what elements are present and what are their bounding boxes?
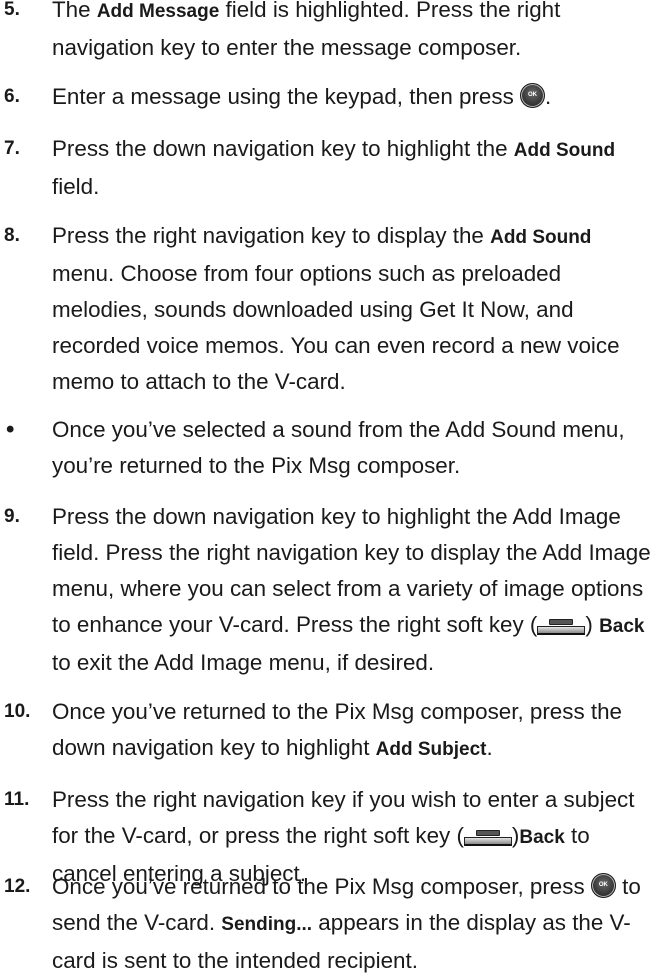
step-number: 6. (4, 86, 20, 107)
field-name-add-subject: Add Subject (375, 739, 487, 760)
step-9: 9. Press the down navigation key to high… (0, 499, 652, 681)
back-label: Back (599, 616, 645, 637)
instruction-page: 5. The Add Message field is highlighted.… (0, 0, 652, 973)
step-number: 10. (4, 701, 31, 722)
ok-key-icon (520, 83, 545, 108)
right-soft-key-icon (463, 830, 512, 846)
step-5: 5. The Add Message field is highlighted.… (0, 0, 652, 66)
step-number: 7. (4, 138, 20, 159)
bullet-text: Once you’ve selected a sound from the Ad… (52, 417, 625, 478)
step-number: 8. (4, 225, 20, 246)
step-text: Press the down navigation key to highlig… (52, 136, 616, 199)
step-number: 9. (4, 506, 20, 527)
step-8: 8. Press the right navigation key to dis… (0, 218, 652, 400)
step-number: 12. (4, 876, 31, 897)
step-12: 12. Once you’ve returned to the Pix Msg … (0, 869, 652, 979)
step-text: Once you’ve returned to the Pix Msg comp… (52, 869, 652, 979)
step-7: 7. Press the down navigation key to high… (0, 131, 652, 205)
step-text: The Add Message field is highlighted. Pr… (52, 0, 561, 60)
bullet-note: • Once you’ve selected a sound from the … (0, 412, 652, 484)
step-6: 6. Enter a message using the keypad, the… (0, 79, 652, 115)
right-soft-key-icon (537, 619, 586, 635)
ok-key-icon (590, 873, 616, 898)
step-number: 5. (4, 0, 20, 20)
step-text: Once you’ve returned to the Pix Msg comp… (52, 699, 622, 760)
step-text: Enter a message using the keypad, then p… (52, 79, 652, 115)
field-name-add-sound: Add Sound (513, 140, 616, 161)
field-name-add-message: Add Message (96, 1, 220, 22)
step-text: Press the down navigation key to highlig… (52, 504, 651, 675)
bullet-marker: • (6, 416, 15, 443)
step-text: Press the right navigation key to displa… (52, 223, 620, 394)
back-label: Back (519, 827, 565, 848)
step-10: 10. Once you’ve returned to the Pix Msg … (0, 694, 652, 768)
sending-status: Sending... (221, 914, 313, 935)
step-number: 11. (4, 789, 30, 810)
menu-name-add-sound: Add Sound (490, 227, 592, 248)
